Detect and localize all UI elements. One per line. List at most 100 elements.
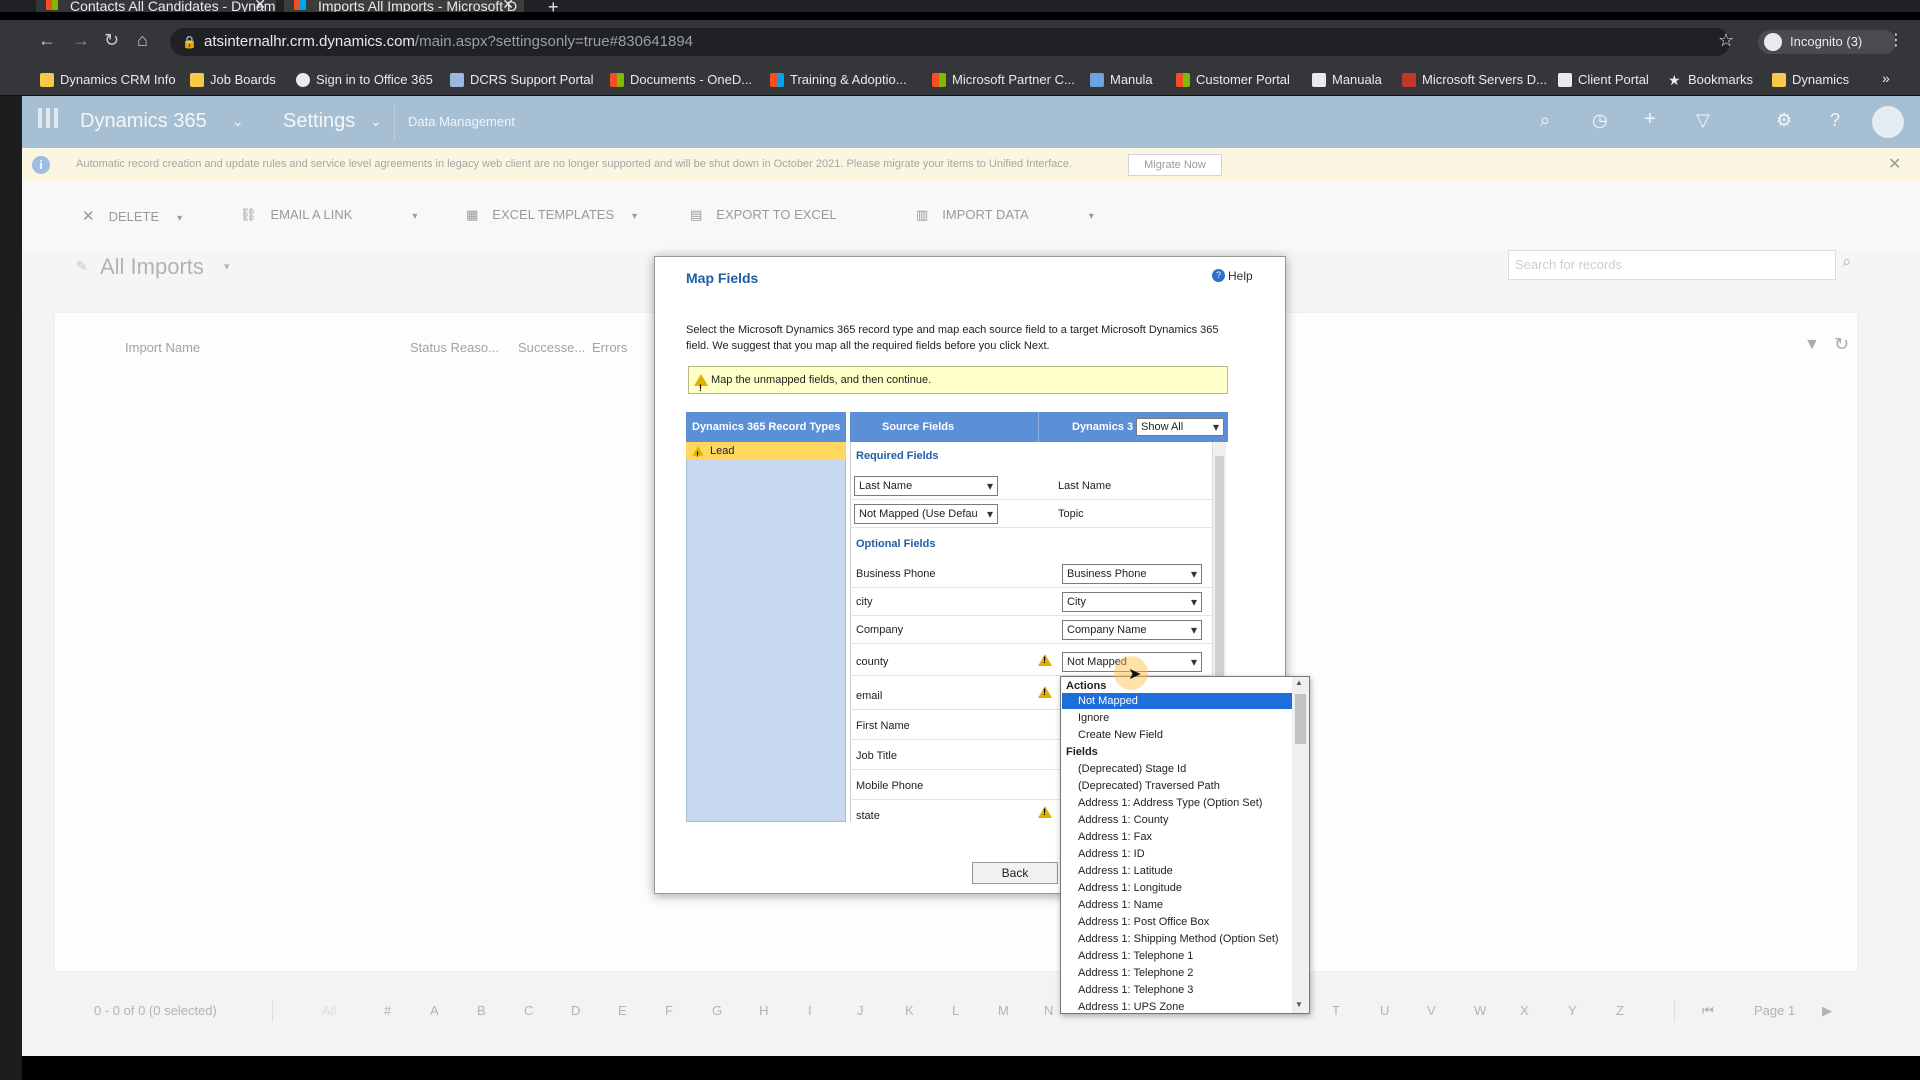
close-tab-icon[interactable]: ✕ [502,0,514,11]
mapping-row: Last Name Last Name [850,472,1212,500]
bookmark-label: Training & Adoptio... [790,72,907,87]
browser-menu-icon[interactable]: ⋮ [1888,30,1904,50]
bookmark-item[interactable]: DCRS Support Portal [450,64,594,96]
new-tab-button[interactable]: + [548,0,559,18]
dialog-description: Select the Microsoft Dynamics 365 record… [686,324,1219,352]
record-types-panel [686,412,846,822]
forward-arrow-icon[interactable]: → [72,30,90,51]
microsoft-icon [1176,73,1190,87]
dropdown-option[interactable]: Address 1: Telephone 3 [1062,982,1292,998]
mapping-row: county Not Mapped [850,648,1212,676]
target-field: Last Name [1058,480,1112,492]
portal-icon [450,73,464,87]
warning-icon [694,374,708,401]
bookmark-item[interactable]: ★ Bookmarks [1668,64,1753,96]
source-field: Mobile Phone [856,780,924,792]
optional-fields-label: Optional Fields [856,538,936,550]
bookmark-item[interactable]: Manula [1090,64,1153,96]
bookmark-item[interactable]: Training & Adoptio... [770,64,907,96]
browser-tab-contacts[interactable]: Contacts All Candidates - Dynam ✕ [36,0,276,12]
dropdown-option[interactable]: Address 1: UPS Zone [1062,999,1292,1015]
mapping-row: city City [850,588,1212,616]
bookmark-item[interactable]: Documents - OneD... [610,64,752,96]
bookmark-label: Documents - OneD... [630,72,753,87]
tab-title: Imports All Imports - Microsoft D [318,0,518,12]
bookmark-item[interactable]: Customer Portal [1176,64,1290,96]
folder-icon [190,73,204,87]
dropdown-group-fields: Fields [1066,746,1098,758]
url-field[interactable]: 🔒 atsinternalhr.crm.dynamics.com/main.as… [170,28,1730,56]
select-value: City [1067,596,1086,608]
close-tab-icon[interactable]: ✕ [254,0,266,11]
browser-tab-imports[interactable]: Imports All Imports - Microsoft D ✕ [284,0,524,12]
bookmark-item[interactable]: Dynamics CRM Info [40,64,176,96]
bookmark-label: Manuala [1332,72,1382,87]
source-field-select[interactable]: Not Mapped (Use Defau [854,504,998,524]
incognito-button[interactable]: Incognito (3) [1758,30,1896,54]
help-icon[interactable]: ? [1212,269,1225,282]
more-bookmarks-icon[interactable]: » [1882,70,1890,86]
bookmark-item[interactable]: Client Portal [1558,64,1649,96]
warning-icon [1038,654,1052,666]
select-value: Company Name [1067,624,1147,636]
mapping-row: Not Mapped (Use Defau Topic [850,500,1212,528]
dropdown-option[interactable]: Address 1: ID [1062,846,1292,862]
incognito-label: Incognito (3) [1790,34,1863,49]
folder-icon [40,73,54,87]
bookmark-label: Bookmarks [1688,72,1754,87]
dropdown-option[interactable]: Address 1: Shipping Method (Option Set) [1062,931,1292,947]
dropdown-option[interactable]: Ignore [1062,710,1292,726]
back-button[interactable]: Back [972,862,1058,884]
dropdown-option[interactable]: (Deprecated) Stage Id [1062,761,1292,777]
mapping-row: Company Company Name [850,616,1212,644]
required-fields-label: Required Fields [856,450,939,462]
folder-icon [1772,73,1786,87]
record-type-lead[interactable]: Lead [686,442,846,461]
microsoft-icon [770,73,784,87]
globe-icon [296,73,310,87]
dropdown-option[interactable]: Address 1: Address Type (Option Set) [1062,795,1292,811]
dropdown-option[interactable]: (Deprecated) Traversed Path [1062,778,1292,794]
target-field-select[interactable]: Business Phone [1062,564,1202,584]
dropdown-option[interactable]: Address 1: County [1062,812,1292,828]
dropdown-option[interactable]: Address 1: Latitude [1062,863,1292,879]
select-value: Business Phone [1067,568,1147,580]
home-icon[interactable]: ⌂ [137,30,148,51]
target-field-select[interactable]: Company Name [1062,620,1202,640]
star-bookmark-icon[interactable]: ☆ [1718,30,1734,51]
scroll-thumb[interactable] [1215,456,1224,686]
source-field: county [856,656,889,668]
dropdown-option-selected[interactable]: Not Mapped [1062,693,1292,709]
bookmark-item[interactable]: Job Boards [190,64,276,96]
source-field: First Name [856,720,910,732]
source-field-select[interactable]: Last Name [854,476,998,496]
scroll-up-icon[interactable]: ▲ [1295,678,1303,687]
show-filter-value: Show All [1141,421,1184,433]
bookmark-item[interactable]: Microsoft Servers D... [1402,64,1547,96]
show-filter-select[interactable]: Show All [1136,418,1224,436]
dropdown-option[interactable]: Address 1: Telephone 2 [1062,965,1292,981]
warning-icon [1038,806,1052,818]
back-arrow-icon[interactable]: ← [38,30,56,51]
reload-icon[interactable]: ↻ [104,30,119,51]
dropdown-option[interactable]: Address 1: Name [1062,897,1292,913]
bookmark-item[interactable]: Manuala [1312,64,1382,96]
bookmark-item[interactable]: Microsoft Partner C... [932,64,1075,96]
dropdown-option[interactable]: Address 1: Post Office Box [1062,914,1292,930]
scroll-down-icon[interactable]: ▼ [1295,1000,1303,1009]
mouse-pointer-icon: ➤ [1128,666,1142,683]
dropdown-option[interactable]: Create New Field [1062,727,1292,743]
select-value: Not Mapped (Use Defau [859,508,978,520]
page-icon [1312,73,1326,87]
dropdown-option[interactable]: Address 1: Fax [1062,829,1292,845]
target-field-select[interactable]: City [1062,592,1202,612]
source-field: city [856,596,873,608]
dynamics-favicon-icon [294,0,306,10]
dropdown-option[interactable]: Address 1: Longitude [1062,880,1292,896]
dropdown-scroll-thumb[interactable] [1295,694,1306,744]
dropdown-option[interactable]: Address 1: Telephone 1 [1062,948,1292,964]
servers-icon [1402,73,1416,87]
bookmark-item[interactable]: Dynamics [1772,64,1849,96]
bookmark-item[interactable]: Sign in to Office 365 [296,64,433,96]
help-link[interactable]: Help [1228,269,1253,283]
